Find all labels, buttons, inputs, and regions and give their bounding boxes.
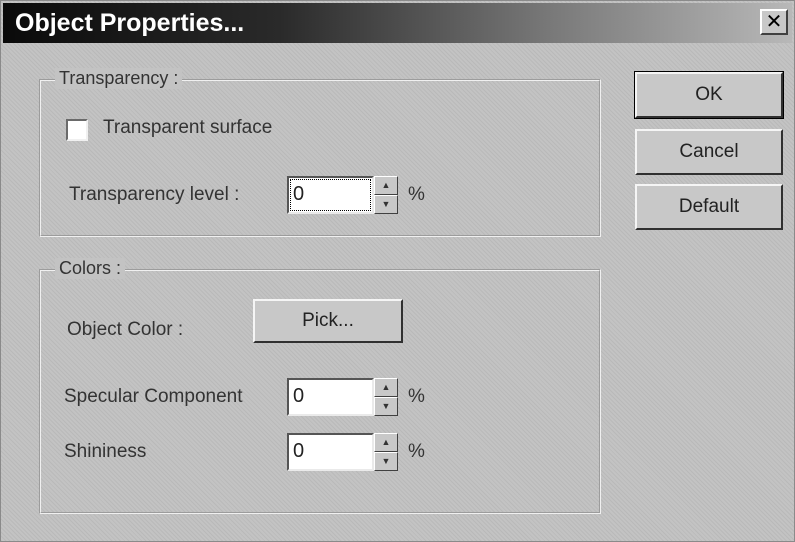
transparent-surface-checkbox[interactable] [66, 119, 88, 141]
close-glyph: ✕ [765, 11, 783, 33]
transparency-level-label: Transparency level : [69, 184, 240, 205]
title-bar[interactable]: Object Properties... ✕ [3, 3, 792, 43]
shininess-spinner[interactable]: ▲ ▼ [374, 433, 398, 471]
shininess-input[interactable]: 0 [287, 433, 374, 471]
spin-down-icon[interactable]: ▼ [374, 397, 398, 416]
window-title: Object Properties... [15, 9, 245, 37]
cancel-button[interactable]: Cancel [635, 129, 783, 175]
close-icon[interactable]: ✕ [760, 9, 788, 35]
object-color-label: Object Color : [67, 319, 184, 340]
spin-up-icon[interactable]: ▲ [374, 378, 398, 397]
specular-percent-label: % [408, 386, 425, 407]
shininess-label: Shininess [64, 441, 147, 462]
colors-group-label: Colors : [55, 258, 126, 279]
default-button[interactable]: Default [635, 184, 783, 230]
specular-component-spinner[interactable]: ▲ ▼ [374, 378, 398, 416]
transparency-level-spinner[interactable]: ▲ ▼ [374, 176, 398, 214]
transparency-percent-label: % [408, 184, 425, 205]
spin-up-icon[interactable]: ▲ [374, 433, 398, 452]
transparency-level-input[interactable]: 0 [287, 176, 374, 214]
specular-component-label: Specular Component [64, 386, 243, 407]
transparency-group-label: Transparency : [55, 68, 183, 89]
spin-down-icon[interactable]: ▼ [374, 195, 398, 214]
shininess-percent-label: % [408, 441, 425, 462]
spin-down-icon[interactable]: ▼ [374, 452, 398, 471]
specular-component-input[interactable]: 0 [287, 378, 374, 416]
spin-up-icon[interactable]: ▲ [374, 176, 398, 195]
object-properties-dialog: Object Properties... ✕ Transparency : Tr… [0, 0, 795, 542]
pick-color-button[interactable]: Pick... [253, 299, 403, 343]
transparent-surface-label[interactable]: Transparent surface [103, 117, 272, 139]
ok-button[interactable]: OK [634, 71, 784, 119]
